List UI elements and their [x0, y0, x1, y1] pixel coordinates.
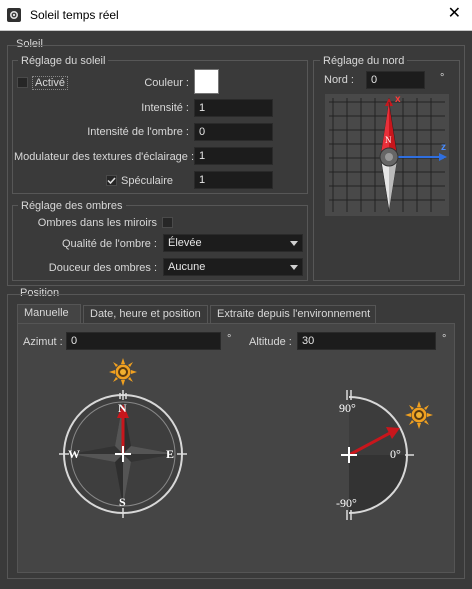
- elevation-zero-label: 0°: [390, 447, 401, 461]
- group-title-reglage-nord: Réglage du nord: [320, 55, 408, 67]
- gear-icon: [7, 8, 21, 22]
- title-bar: Soleil temps réel ✕: [0, 0, 472, 31]
- north-grid-widget[interactable]: x z N: [325, 94, 449, 216]
- douceur-label: Douceur des ombres :: [48, 262, 157, 274]
- tab-environnement-label: Extraite depuis l'environnement: [217, 308, 371, 320]
- active-checkbox[interactable]: [17, 77, 28, 88]
- couleur-label: Couleur :: [144, 77, 189, 89]
- modulateur-label: Modulateur des textures d'éclairage :: [14, 151, 195, 163]
- nord-unit: °: [440, 72, 445, 84]
- group-title-reglage-soleil: Réglage du soleil: [18, 55, 109, 67]
- color-swatch[interactable]: [194, 69, 219, 94]
- compass-n-label: N: [118, 401, 127, 415]
- active-label: Activé: [32, 76, 68, 90]
- intensite-field[interactable]: 1: [194, 99, 273, 117]
- chevron-down-icon: [290, 265, 298, 270]
- tab-date-heure-label: Date, heure et position: [90, 308, 201, 320]
- tab-date-heure[interactable]: Date, heure et position: [83, 305, 208, 324]
- miroirs-checkbox[interactable]: [162, 217, 173, 228]
- tab-manuelle-label: Manuelle: [24, 307, 69, 319]
- tab-manuelle[interactable]: Manuelle: [17, 304, 81, 324]
- axis-x-label: x: [395, 94, 401, 105]
- close-button[interactable]: ✕: [448, 5, 461, 23]
- azimut-field[interactable]: 0: [66, 332, 221, 350]
- compass-e-label: E: [166, 447, 175, 461]
- close-icon[interactable]: ✕: [448, 5, 461, 22]
- compass-s-label: S: [119, 495, 126, 509]
- intensite-ombre-field[interactable]: 0: [194, 123, 273, 141]
- nord-label: Nord :: [324, 74, 354, 86]
- qualite-dropdown[interactable]: Élevée: [163, 234, 303, 252]
- chevron-down-icon: [290, 241, 298, 246]
- modulateur-field[interactable]: 1: [194, 147, 273, 165]
- azimuth-compass[interactable]: N S E W: [44, 350, 204, 520]
- check-icon: [107, 177, 116, 185]
- douceur-value: Aucune: [168, 261, 206, 273]
- elevation-bottom-label: -90°: [336, 496, 357, 510]
- altitude-unit: °: [442, 333, 447, 345]
- altitude-label: Altitude :: [249, 336, 292, 348]
- sun-icon: [109, 358, 137, 386]
- needle-n-label: N: [385, 135, 392, 145]
- sun-icon: [405, 401, 433, 429]
- intensite-ombre-label: Intensité de l'ombre :: [87, 126, 189, 138]
- axis-z-label: z: [441, 142, 446, 153]
- compass-w-label: W: [68, 447, 80, 461]
- tab-environnement[interactable]: Extraite depuis l'environnement: [210, 305, 376, 324]
- altitude-dial[interactable]: 90° 0° -90°: [330, 380, 445, 530]
- altitude-field[interactable]: 30: [297, 332, 436, 350]
- azimut-unit: °: [227, 333, 232, 345]
- azimut-label: Azimut :: [23, 336, 63, 348]
- elevation-top-label: 90°: [339, 401, 356, 415]
- nord-field[interactable]: 0: [366, 71, 425, 89]
- speculaire-field[interactable]: 1: [194, 171, 273, 189]
- douceur-dropdown[interactable]: Aucune: [163, 258, 303, 276]
- qualite-label: Qualité de l'ombre :: [61, 238, 157, 250]
- group-title-reglage-ombres: Réglage des ombres: [18, 200, 126, 212]
- compass-needle: [379, 101, 399, 211]
- qualite-value: Élevée: [168, 237, 202, 249]
- miroirs-label: Ombres dans les miroirs: [37, 217, 157, 229]
- window-title: Soleil temps réel: [30, 8, 119, 22]
- speculaire-checkbox[interactable]: [106, 175, 117, 186]
- speculaire-label: Spéculaire: [121, 175, 173, 187]
- intensite-label: Intensité :: [141, 102, 189, 114]
